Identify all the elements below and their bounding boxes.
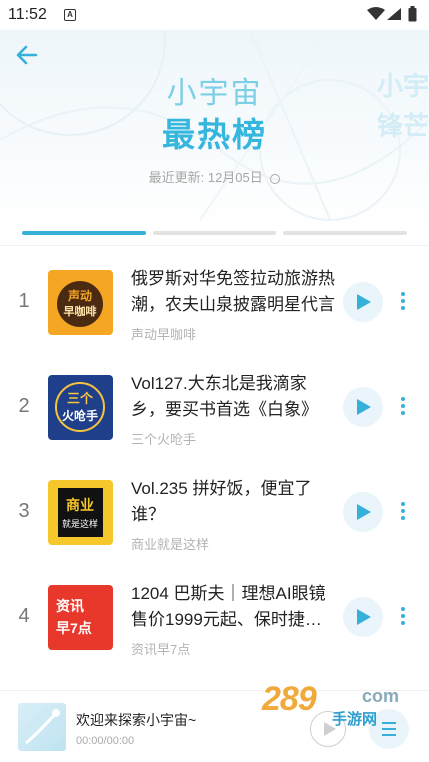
player-thumbnail[interactable] — [18, 703, 66, 751]
cover-text-bottom: 早咖啡 — [64, 304, 97, 318]
divider — [0, 245, 429, 246]
play-icon — [357, 504, 371, 520]
cover-text-top: 声动 — [67, 288, 92, 303]
play-button[interactable] — [343, 282, 383, 322]
podcast-name[interactable]: 商业就是这样 — [131, 534, 209, 553]
tab-2[interactable] — [152, 231, 277, 235]
podcast-cover[interactable]: 商业 就是这样 — [48, 480, 113, 545]
cover-art: 三个 火呛手 — [48, 375, 113, 440]
play-icon — [357, 294, 371, 310]
more-options-icon[interactable] — [398, 502, 408, 524]
tab-1[interactable] — [22, 231, 146, 235]
updated-date: 12月05日 — [207, 170, 263, 185]
cover-text-bottom: 早7点 — [56, 620, 92, 636]
cover-text-bottom: 火呛手 — [62, 408, 98, 423]
list-item[interactable]: 4 资讯 早7点 1204 巴斯夫｜理想AI眼镜售价1999元起、保时捷中国裁员… — [0, 573, 429, 668]
notification-a-icon: A — [64, 9, 76, 21]
cover-text-bottom: 就是这样 — [62, 518, 98, 529]
updated-label: 最近更新: — [148, 170, 205, 185]
rank-number: 4 — [18, 605, 30, 627]
cover-text-top: 商业 — [66, 497, 94, 513]
rocket-icon — [25, 709, 60, 745]
more-options-icon[interactable] — [398, 292, 408, 314]
page-title-line2: 最热榜 — [162, 116, 267, 153]
header: 小宇 锋芒 小宇宙 最热榜 最近更新: 12月05日 — [0, 30, 429, 230]
play-button[interactable] — [343, 597, 383, 637]
more-options-icon[interactable] — [398, 397, 408, 419]
episode-title[interactable]: 俄罗斯对华免签拉动旅游热潮，农夫山泉披露明星代言 — [131, 266, 336, 318]
watermark-sub: 手游网 — [332, 711, 378, 728]
rank-number: 2 — [18, 395, 30, 417]
list-item[interactable]: 1 声动 早咖啡 俄罗斯对华免签拉动旅游热潮，农夫山泉披露明星代言 声动早咖啡 — [0, 258, 429, 353]
episode-title[interactable]: 1204 巴斯夫｜理想AI眼镜售价1999元起、保时捷中国裁员 — [131, 581, 336, 633]
player-title: 欢迎来探索小宇宙~ — [76, 712, 197, 728]
last-updated: 最近更新: 12月05日 — [0, 167, 429, 186]
podcast-cover[interactable]: 声动 早咖啡 — [48, 270, 113, 335]
cover-text-top: 资讯 — [56, 598, 84, 614]
battery-icon — [408, 6, 417, 22]
tab-3[interactable] — [283, 231, 408, 235]
list-item[interactable]: 2 三个 火呛手 Vol127.大东北是我滴家乡，要买书首选《白象》 三个火呛手 — [0, 363, 429, 458]
episode-title[interactable]: Vol.235 拼好饭，便宜了谁？ — [131, 476, 336, 528]
cover-art: 资讯 早7点 — [48, 585, 113, 650]
podcast-cover[interactable]: 资讯 早7点 — [48, 585, 113, 650]
play-icon — [357, 399, 371, 415]
play-button[interactable] — [343, 387, 383, 427]
play-button[interactable] — [343, 492, 383, 532]
cover-text-top: 三个 — [67, 391, 94, 406]
info-icon[interactable] — [270, 173, 281, 184]
play-icon — [357, 609, 371, 625]
watermark-logo: 289 com 手游网 — [262, 680, 412, 730]
podcast-name[interactable]: 声动早咖啡 — [131, 324, 196, 343]
watermark-com: com — [362, 686, 400, 706]
rank-number: 3 — [18, 500, 30, 522]
wifi-icon — [367, 7, 385, 20]
signal-icon — [387, 8, 401, 20]
list-item[interactable]: 3 商业 就是这样 Vol.235 拼好饭，便宜了谁？ 商业就是这样 — [0, 468, 429, 563]
podcast-name[interactable]: 三个火呛手 — [131, 429, 196, 448]
ranking-tabs — [22, 231, 408, 235]
podcast-cover[interactable]: 三个 火呛手 — [48, 375, 113, 440]
status-time: 11:52 — [8, 6, 47, 23]
cover-art: 声动 早咖啡 — [48, 270, 113, 335]
episode-title[interactable]: Vol127.大东北是我滴家乡，要买书首选《白象》 — [131, 371, 336, 423]
player-time: 00:00/00:00 — [76, 735, 135, 747]
page-title-line1: 小宇宙 — [166, 77, 263, 110]
podcast-name[interactable]: 资讯早7点 — [131, 639, 190, 658]
more-options-icon[interactable] — [398, 607, 408, 629]
cover-art: 商业 就是这样 — [48, 480, 113, 545]
back-arrow-icon[interactable] — [12, 42, 42, 68]
status-bar: 11:52 A — [0, 0, 429, 30]
watermark-brand: 289 — [262, 680, 317, 718]
rank-number: 1 — [18, 290, 30, 312]
